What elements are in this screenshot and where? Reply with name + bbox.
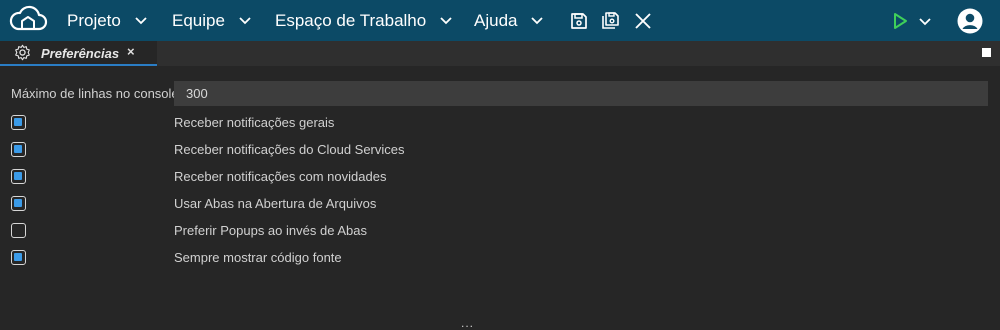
option-label[interactable]: Usar Abas na Abertura de Arquivos xyxy=(174,196,376,211)
option-checkbox[interactable] xyxy=(11,196,26,211)
tab-strip: Preferências × xyxy=(0,41,1000,66)
tab-preferencias[interactable]: Preferências × xyxy=(0,41,157,66)
gear-icon xyxy=(15,44,30,61)
menu-espaco-de-trabalho[interactable]: Espaço de Trabalho xyxy=(275,0,452,41)
maximize-panel-icon[interactable] xyxy=(982,48,991,57)
menu-equipe-label: Equipe xyxy=(172,10,225,30)
max-lines-input[interactable] xyxy=(174,81,988,106)
option-label[interactable]: Receber notificações com novidades xyxy=(174,169,386,184)
chevron-down-icon xyxy=(135,16,147,24)
max-lines-label: Máximo de linhas no console xyxy=(11,86,179,101)
close-icon[interactable] xyxy=(633,11,653,31)
tab-close-icon[interactable]: × xyxy=(127,44,135,59)
menu-ajuda-label: Ajuda xyxy=(474,10,518,30)
option-label[interactable]: Receber notificações do Cloud Services xyxy=(174,142,405,157)
save-all-icon[interactable] xyxy=(601,11,621,31)
cloud-logo-icon[interactable] xyxy=(8,5,48,35)
menu-ajuda[interactable]: Ajuda xyxy=(474,0,544,41)
menu-projeto[interactable]: Projeto xyxy=(67,0,147,41)
tab-label: Preferências xyxy=(41,46,120,61)
user-avatar-icon[interactable] xyxy=(957,8,983,34)
option-checkbox[interactable] xyxy=(11,169,26,184)
run-options-chevron-icon[interactable] xyxy=(918,11,932,31)
save-icon[interactable] xyxy=(569,11,589,31)
option-checkbox[interactable] xyxy=(11,115,26,130)
chevron-down-icon xyxy=(531,16,544,24)
menu-projeto-label: Projeto xyxy=(67,10,121,30)
option-label[interactable]: Preferir Popups ao invés de Abas xyxy=(174,223,367,238)
option-checkbox[interactable] xyxy=(11,223,26,238)
play-icon[interactable] xyxy=(890,11,910,31)
chevron-down-icon xyxy=(239,16,251,24)
option-checkbox[interactable] xyxy=(11,142,26,157)
option-label[interactable]: Receber notificações gerais xyxy=(174,115,334,130)
option-label[interactable]: Sempre mostrar código fonte xyxy=(174,250,342,265)
menu-espaco-label: Espaço de Trabalho xyxy=(275,10,427,30)
resize-grip[interactable]: ... xyxy=(461,317,474,329)
option-checkbox[interactable] xyxy=(11,250,26,265)
menu-bar: Projeto Equipe Espaço de Trabalho Ajuda xyxy=(0,0,1000,41)
chevron-down-icon xyxy=(440,16,452,24)
menu-equipe[interactable]: Equipe xyxy=(172,0,251,41)
